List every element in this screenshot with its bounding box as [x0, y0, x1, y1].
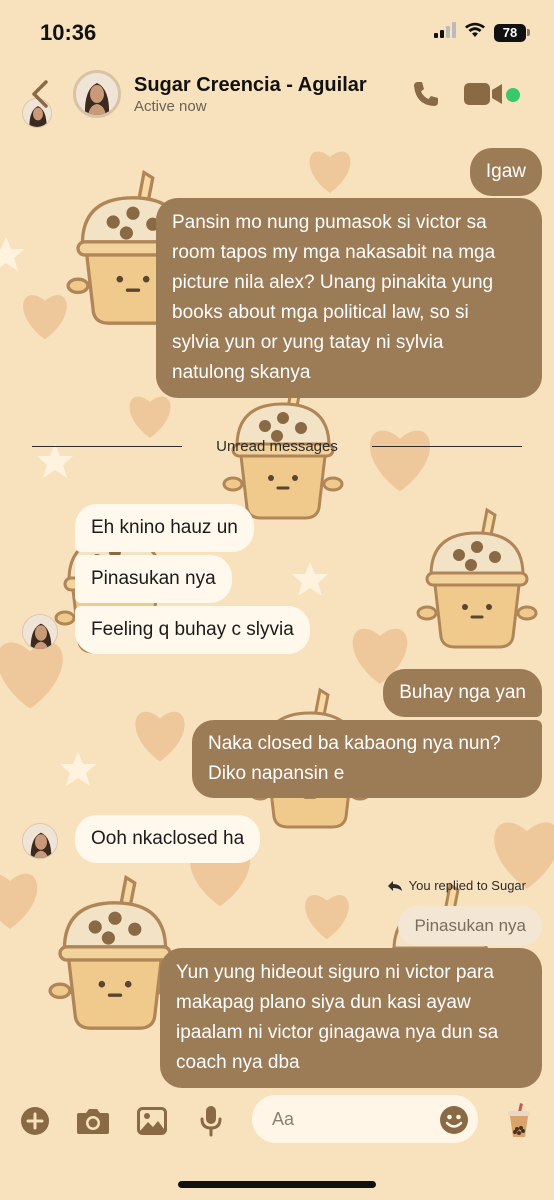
message-line: coach nya dba: [176, 1052, 300, 1073]
contact-name[interactable]: Sugar Creencia - Aguilar: [134, 74, 367, 97]
cellular-signal-icon: [434, 22, 456, 43]
camera-button[interactable]: [76, 1104, 110, 1138]
message-line: Pansin mo nung pumasok si victor sa: [172, 212, 487, 233]
home-indicator[interactable]: [178, 1181, 376, 1188]
chat-header: Sugar Creencia - Aguilar Active now: [0, 62, 554, 126]
back-button[interactable]: [22, 76, 58, 112]
composer-bar: [0, 1090, 554, 1150]
message-line: picture nila alex? Unang pinakita yung: [172, 272, 494, 293]
emoji-button[interactable]: [438, 1104, 470, 1136]
reply-arrow-icon: [387, 880, 402, 891]
message-line: ipaalam ni victor ginagawa nya dun sa: [176, 1022, 499, 1043]
smiley-icon: [440, 1106, 468, 1134]
microphone-icon: [200, 1106, 222, 1137]
plus-circle-icon: [21, 1107, 49, 1135]
voice-message-button[interactable]: [194, 1104, 228, 1138]
message-bubble-incoming[interactable]: Ooh nkaclosed ha: [75, 815, 261, 863]
reply-indicator-text: You replied to Sugar: [408, 878, 526, 893]
message-line: room tapos my mga nakasabit na mga: [172, 242, 496, 263]
status-bar: 10:36 78: [0, 0, 554, 62]
battery-level: 78: [494, 23, 526, 42]
message-bubble-incoming[interactable]: Feeling q buhay c slyvia: [75, 606, 310, 654]
unread-messages-divider: Unread messages: [216, 438, 338, 455]
image-icon: [137, 1107, 167, 1135]
message-line: natulong skanya: [172, 362, 311, 383]
message-bubble-outgoing[interactable]: Yun yung hideout siguro ni victor para m…: [160, 948, 542, 1088]
message-text: Feeling q buhay c slyvia: [91, 619, 294, 640]
message-line: Diko napansin e: [208, 763, 345, 784]
reply-indicator: You replied to Sugar: [387, 878, 526, 893]
voice-call-button[interactable]: [408, 76, 444, 112]
message-bubble-incoming[interactable]: Pinasukan nya: [75, 555, 232, 603]
quick-reaction-button[interactable]: [502, 1103, 536, 1138]
replied-message-quote[interactable]: Pinasukan nya: [398, 906, 542, 946]
message-line: makapag plano siya dun kasi ayaw: [176, 992, 471, 1013]
message-text: Ooh nkaclosed ha: [91, 828, 245, 849]
camera-icon: [77, 1109, 109, 1134]
message-line: books about mga political law, so si: [172, 302, 469, 323]
message-text: Buhay nga yan: [399, 682, 526, 703]
chevron-left-icon: [32, 80, 48, 108]
message-text: Igaw: [485, 161, 526, 182]
message-line: Naka closed ba kabaong nya nun?: [208, 733, 501, 754]
add-button[interactable]: [18, 1104, 52, 1138]
divider-line: [32, 446, 182, 447]
divider-line: [372, 446, 522, 447]
message-bubble-incoming[interactable]: Eh knino hauz un: [75, 504, 254, 552]
online-indicator: [506, 88, 520, 102]
avatar[interactable]: [22, 823, 58, 859]
message-text: Eh knino hauz un: [91, 517, 238, 538]
wifi-icon: [464, 22, 486, 43]
message-line: sylvia yun or yung tatay ni sylvia: [172, 332, 444, 353]
phone-icon: [414, 82, 438, 106]
gallery-button[interactable]: [135, 1104, 169, 1138]
message-bubble-outgoing[interactable]: Igaw: [469, 148, 542, 196]
status-time: 10:36: [40, 20, 97, 45]
message-bubble-outgoing[interactable]: Pansin mo nung pumasok si victor sa room…: [156, 198, 542, 398]
contact-avatar[interactable]: [73, 70, 121, 118]
message-text: Pinasukan nya: [91, 568, 216, 589]
battery-icon: 78: [494, 23, 530, 42]
message-line: Yun yung hideout siguro ni victor para: [176, 962, 494, 983]
video-camera-icon: [464, 83, 502, 105]
boba-tea-icon: [508, 1103, 530, 1137]
avatar[interactable]: [22, 614, 58, 650]
message-bubble-outgoing[interactable]: Buhay nga yan: [383, 669, 542, 717]
active-status: Active now: [134, 98, 207, 115]
message-bubble-outgoing[interactable]: Naka closed ba kabaong nya nun? Diko nap…: [192, 720, 542, 798]
quoted-text: Pinasukan nya: [414, 916, 526, 935]
video-call-button[interactable]: [462, 78, 504, 110]
status-icons: 78: [434, 22, 530, 43]
